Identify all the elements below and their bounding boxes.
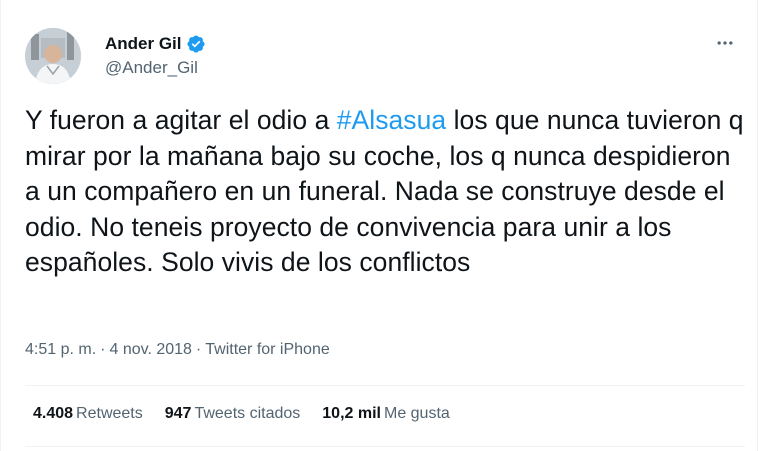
author-names: Ander Gil @Ander_Gil: [105, 32, 206, 78]
avatar-photo: [25, 28, 81, 84]
author-handle[interactable]: @Ander_Gil: [105, 58, 206, 78]
verified-badge-icon: [186, 34, 206, 54]
divider: [25, 385, 745, 386]
likes-label: Me gusta: [383, 405, 450, 422]
avatar[interactable]: [25, 28, 81, 84]
tweet-meta: 4:51 p. m. · 4 nov. 2018 · Twitter for iPhon…: [25, 341, 330, 359]
tweet-source[interactable]: Twitter for iPhone: [205, 341, 330, 358]
meta-separator: ·: [195, 341, 202, 358]
divider: [25, 446, 745, 447]
likes-count: 10,2 mil: [322, 405, 381, 422]
likes-stat[interactable]: 10,2 mil Me gusta: [322, 405, 450, 423]
meta-separator: ·: [100, 341, 106, 358]
tweet-time[interactable]: 4:51 p. m.: [25, 341, 96, 358]
tweet-card: Ander Gil @Ander_Gil Y fueron a agitar e…: [0, 0, 758, 451]
retweets-label: Retweets: [76, 405, 143, 422]
quotes-label: Tweets citados: [194, 405, 301, 422]
display-name-row: Ander Gil: [105, 32, 206, 56]
retweets-count: 4.408: [33, 405, 74, 422]
tweet-text: Y fueron a agitar el odio a #Alsasua los…: [25, 103, 745, 281]
quotes-count: 947: [164, 405, 192, 422]
quotes-stat[interactable]: 947 Tweets citados: [165, 405, 301, 423]
tweet-text-before: Y fueron a agitar el odio a: [25, 105, 337, 135]
tweet-header: Ander Gil @Ander_Gil: [25, 28, 745, 88]
more-horizontal-icon: [717, 41, 733, 45]
more-options-button[interactable]: [705, 28, 745, 58]
tweet-date[interactable]: 4 nov. 2018: [109, 341, 191, 358]
display-name[interactable]: Ander Gil: [105, 34, 182, 54]
retweets-stat[interactable]: 4.408 Retweets: [33, 405, 143, 423]
hashtag-link[interactable]: #Alsasua: [337, 105, 446, 135]
tweet-stats: 4.408 Retweets 947 Tweets citados 10,2 mil…: [33, 405, 472, 423]
